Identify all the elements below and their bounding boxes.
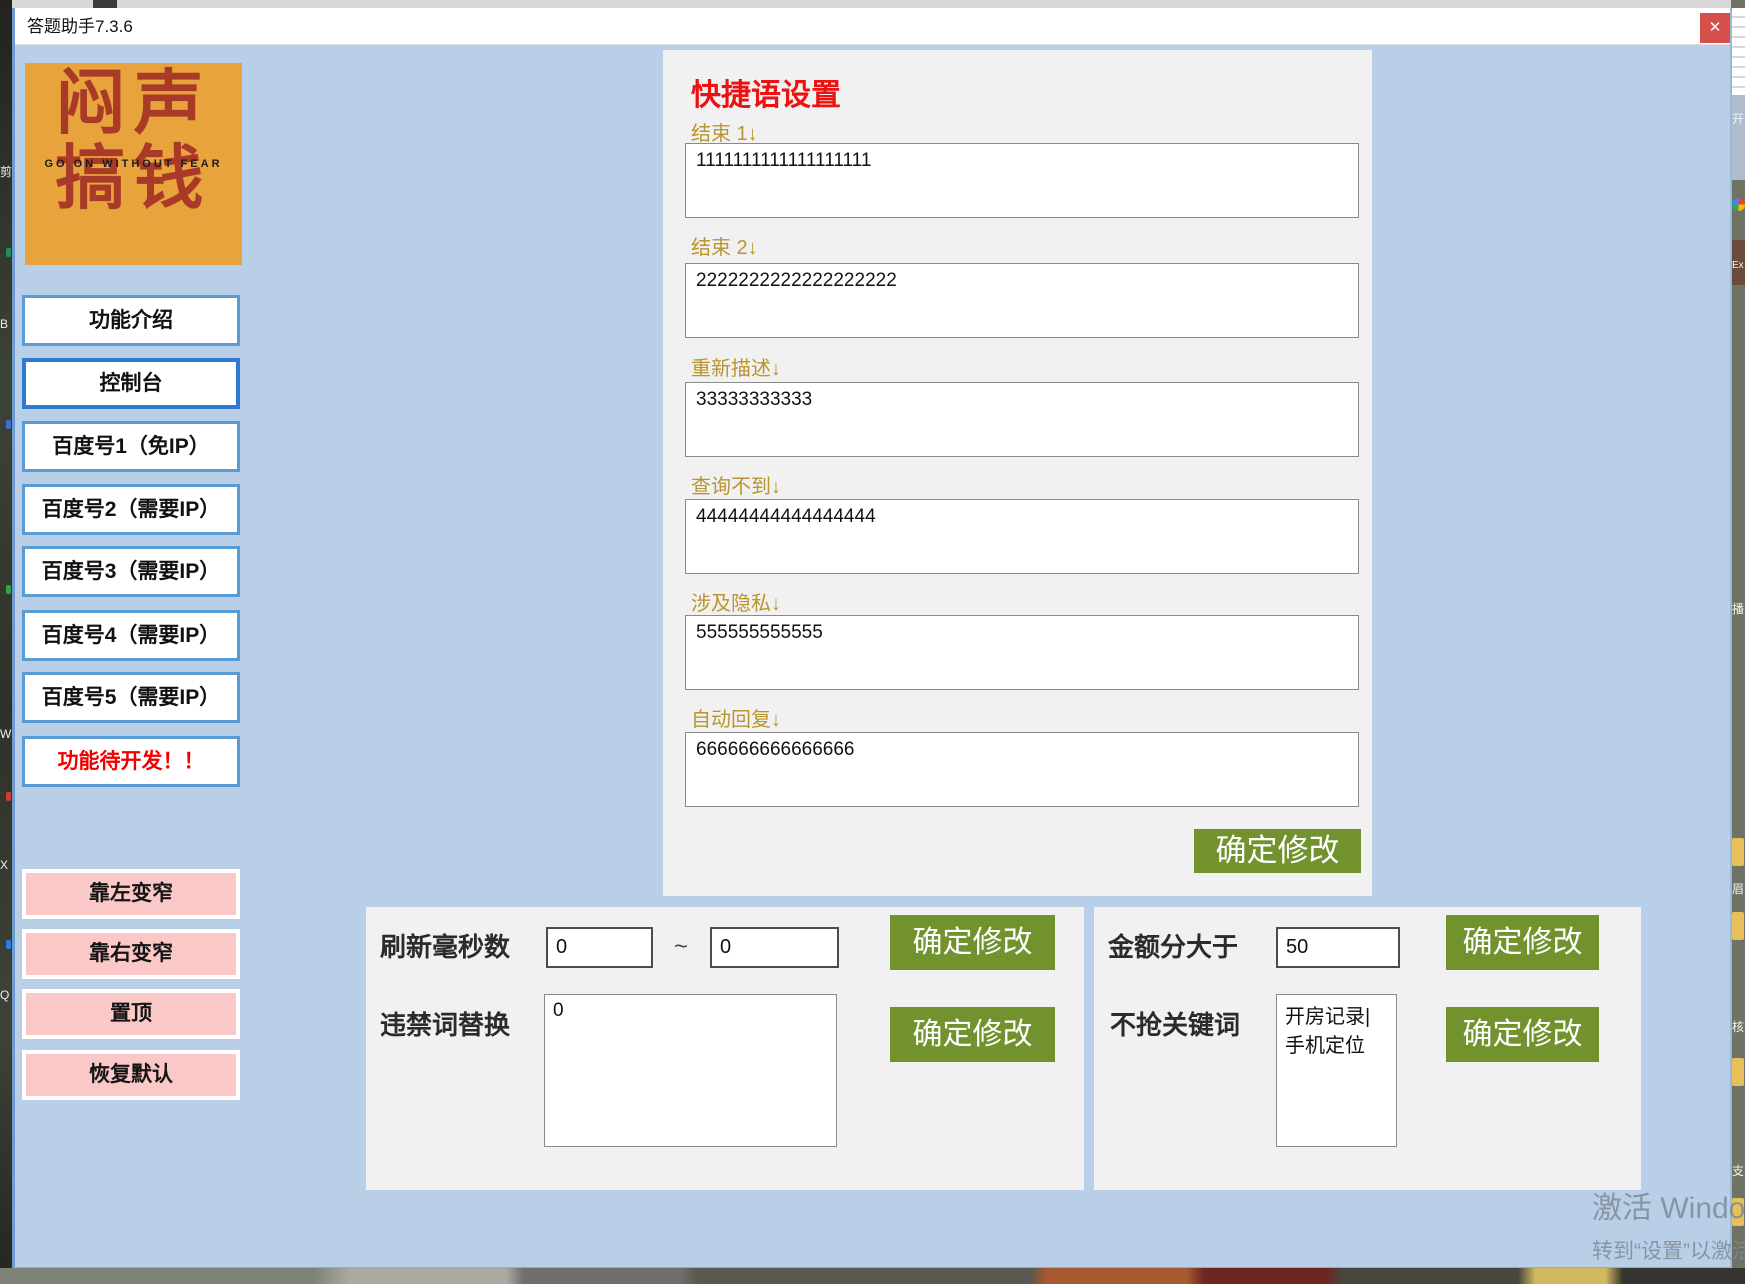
title-bar: 答题助手7.3.6 [15,8,1730,45]
amount-greater-label: 金额分大于 [1108,927,1238,964]
confirm-keywords-button[interactable]: 确定修改 [1446,1007,1599,1062]
window-title: 答题助手7.3.6 [27,8,133,45]
background-tab [93,0,117,8]
banned-words-label: 违禁词替换 [380,1005,510,1042]
background-window-edge [1731,8,1745,95]
chrome-icon [1732,198,1745,211]
desktop-icon-label: 核 [1732,1018,1744,1035]
desktop-icon [6,420,11,429]
desktop-icon-label: 开 [1732,110,1744,127]
desktop-icon-label: 支 [1732,1162,1744,1179]
desktop-icon-label: 剪 [0,163,12,180]
desktop-icon-label: Ex [1732,260,1744,271]
desktop-icon [6,940,11,949]
redescribe-textarea[interactable]: 33333333333 [685,382,1359,457]
amount-settings-panel: 金额分大于 确定修改 不抢关键词 开房记录| 手机定位 确定修改 [1094,907,1641,1190]
auto-reply-textarea[interactable]: 666666666666666 [685,732,1359,807]
desktop-icon [6,792,11,801]
app-window: 答题助手7.3.6 ✕ 闷声 搞钱 GO ON WITHOUT FEAR 功能介… [12,8,1732,1270]
desktop-icon-label: X [0,858,8,872]
desktop-left-strip: 剪 B W X Q [0,0,12,1284]
refresh-settings-panel: 刷新毫秒数 ~ 确定修改 违禁词替换 0 确定修改 [366,907,1084,1190]
folder-icon [1732,1058,1744,1086]
logo-text-top: 闷声 [25,69,242,138]
logo-slogan: GO ON WITHOUT FEAR [25,158,242,170]
folder-icon [1732,838,1744,866]
desktop-icon-label: W [0,727,11,741]
folder-icon [1732,912,1744,940]
field-label-end2: 结束 2↓ [691,231,758,260]
banned-words-textarea[interactable]: 0 [544,994,837,1147]
windows-activation-watermark: 激活 Windows 转到“设置”以激活 Windows。 [1592,1183,1745,1265]
background-segment [1731,95,1745,180]
skip-keywords-textarea[interactable]: 开房记录| 手机定位 [1276,994,1397,1147]
desktop-right-strip: 开 Ex 播 眉 核 支 [1731,0,1745,1284]
range-separator: ~ [674,933,688,961]
sidebar-item-baidu4[interactable]: 百度号4（需要IP） [22,610,240,661]
skip-keywords-label: 不抢关键词 [1110,1005,1240,1042]
refresh-max-input[interactable] [710,927,839,968]
privacy-textarea[interactable]: 555555555555 [685,615,1359,690]
confirm-modify-button[interactable]: 确定修改 [1194,829,1361,873]
dock-right-narrow-button[interactable]: 靠右变窄 [22,929,240,979]
end1-textarea[interactable]: 1111111111111111111 [685,143,1359,218]
panel-title: 快捷语设置 [691,70,841,114]
sidebar-item-baidu5[interactable]: 百度号5（需要IP） [22,672,240,723]
restore-default-button[interactable]: 恢复默认 [22,1050,240,1100]
field-label-end1: 结束 1↓ [691,117,758,146]
dock-left-narrow-button[interactable]: 靠左变窄 [22,869,240,919]
logo-text-bottom: 搞钱 [25,144,242,213]
watermark-line1: 激活 Windows [1592,1183,1745,1227]
desktop-icon-label: 眉 [1732,880,1744,897]
field-label-redescribe: 重新描述↓ [691,352,781,381]
end2-textarea[interactable]: 2222222222222222222 [685,263,1359,338]
field-label-not-found: 查询不到↓ [691,470,781,499]
amount-input[interactable] [1276,927,1400,968]
sidebar-item-baidu1[interactable]: 百度号1（免IP） [22,421,240,472]
field-label-auto-reply: 自动回复↓ [691,703,781,732]
sidebar-item-console[interactable]: 控制台 [22,358,240,409]
app-logo: 闷声 搞钱 GO ON WITHOUT FEAR [25,63,242,265]
confirm-banned-words-button[interactable]: 确定修改 [890,1007,1055,1062]
desktop-icon-label: B [0,317,8,331]
desktop-icon [6,585,11,594]
desktop-icon-label: Q [0,988,9,1002]
desktop-icon [6,248,11,257]
field-label-privacy: 涉及隐私↓ [691,587,781,616]
confirm-amount-button[interactable]: 确定修改 [1446,915,1599,970]
refresh-ms-label: 刷新毫秒数 [380,927,510,964]
not-found-textarea[interactable]: 44444444444444444 [685,499,1359,574]
sidebar-item-in-development[interactable]: 功能待开发！！ [22,736,240,787]
always-on-top-button[interactable]: 置顶 [22,989,240,1039]
sidebar-item-baidu3[interactable]: 百度号3（需要IP） [22,546,240,597]
quick-phrases-panel: 快捷语设置 结束 1↓ 1111111111111111111 结束 2↓ 22… [663,50,1372,896]
desktop-bottom-strip [0,1268,1745,1284]
confirm-refresh-button[interactable]: 确定修改 [890,915,1055,970]
refresh-min-input[interactable] [546,927,653,968]
desktop-icon-label: 播 [1732,600,1744,617]
sidebar-item-baidu2[interactable]: 百度号2（需要IP） [22,484,240,535]
close-button[interactable]: ✕ [1700,13,1730,43]
watermark-line2: 转到“设置”以激活 Windows。 [1592,1235,1745,1265]
sidebar-item-feature-intro[interactable]: 功能介绍 [22,295,240,346]
